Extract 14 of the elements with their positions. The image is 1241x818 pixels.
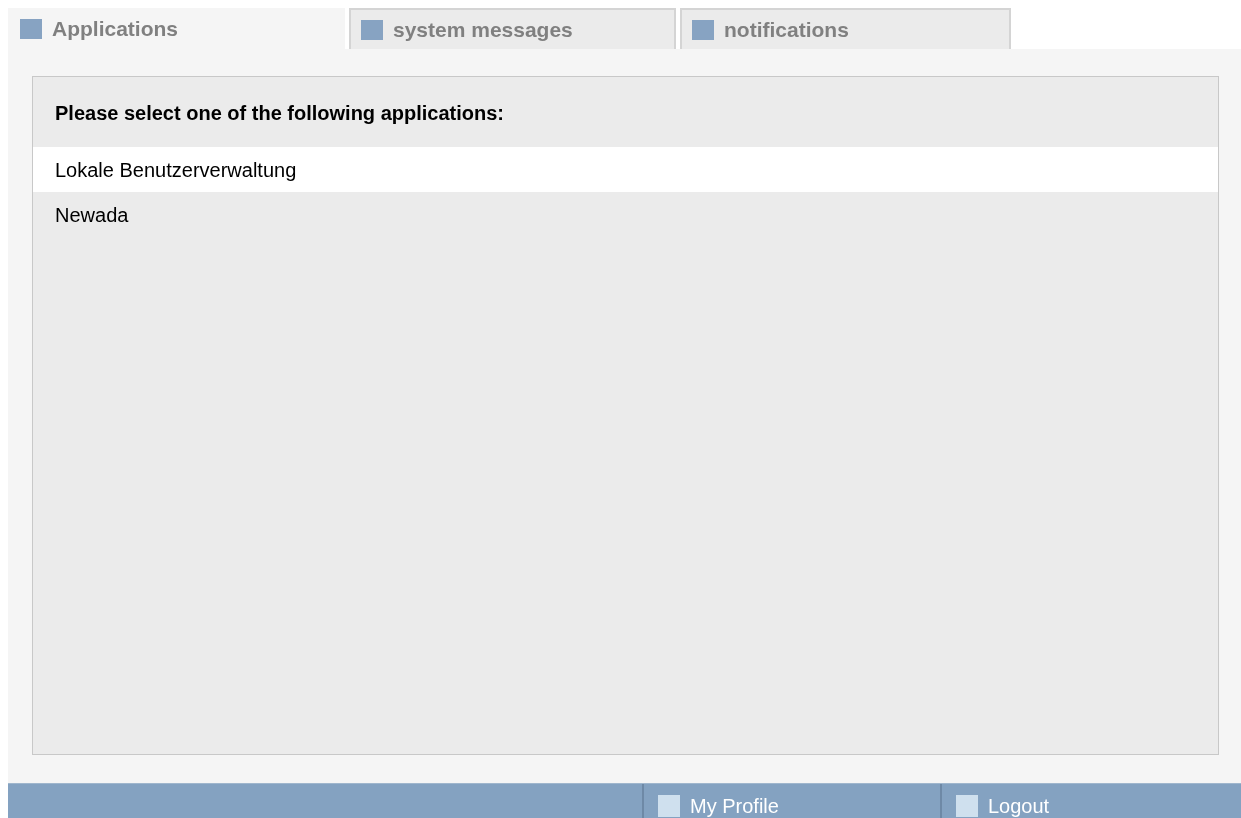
footer-link-label: My Profile — [690, 794, 779, 818]
tab[interactable]: system messages — [349, 8, 676, 49]
application-item[interactable]: Lokale Benutzerverwaltung — [33, 147, 1218, 192]
panel-heading: Please select one of the following applications: — [54, 101, 505, 126]
footer-link[interactable]: Logout — [940, 784, 1240, 818]
tab[interactable]: notifications — [680, 8, 1011, 49]
tab[interactable]: Applications — [8, 8, 345, 49]
square-icon — [658, 795, 680, 817]
square-icon — [361, 19, 383, 40]
square-icon — [956, 795, 978, 817]
footer-link[interactable]: My Profile — [642, 784, 940, 818]
square-icon — [20, 18, 42, 39]
footer-link-label: Logout — [988, 794, 1050, 818]
square-icon — [692, 19, 714, 40]
